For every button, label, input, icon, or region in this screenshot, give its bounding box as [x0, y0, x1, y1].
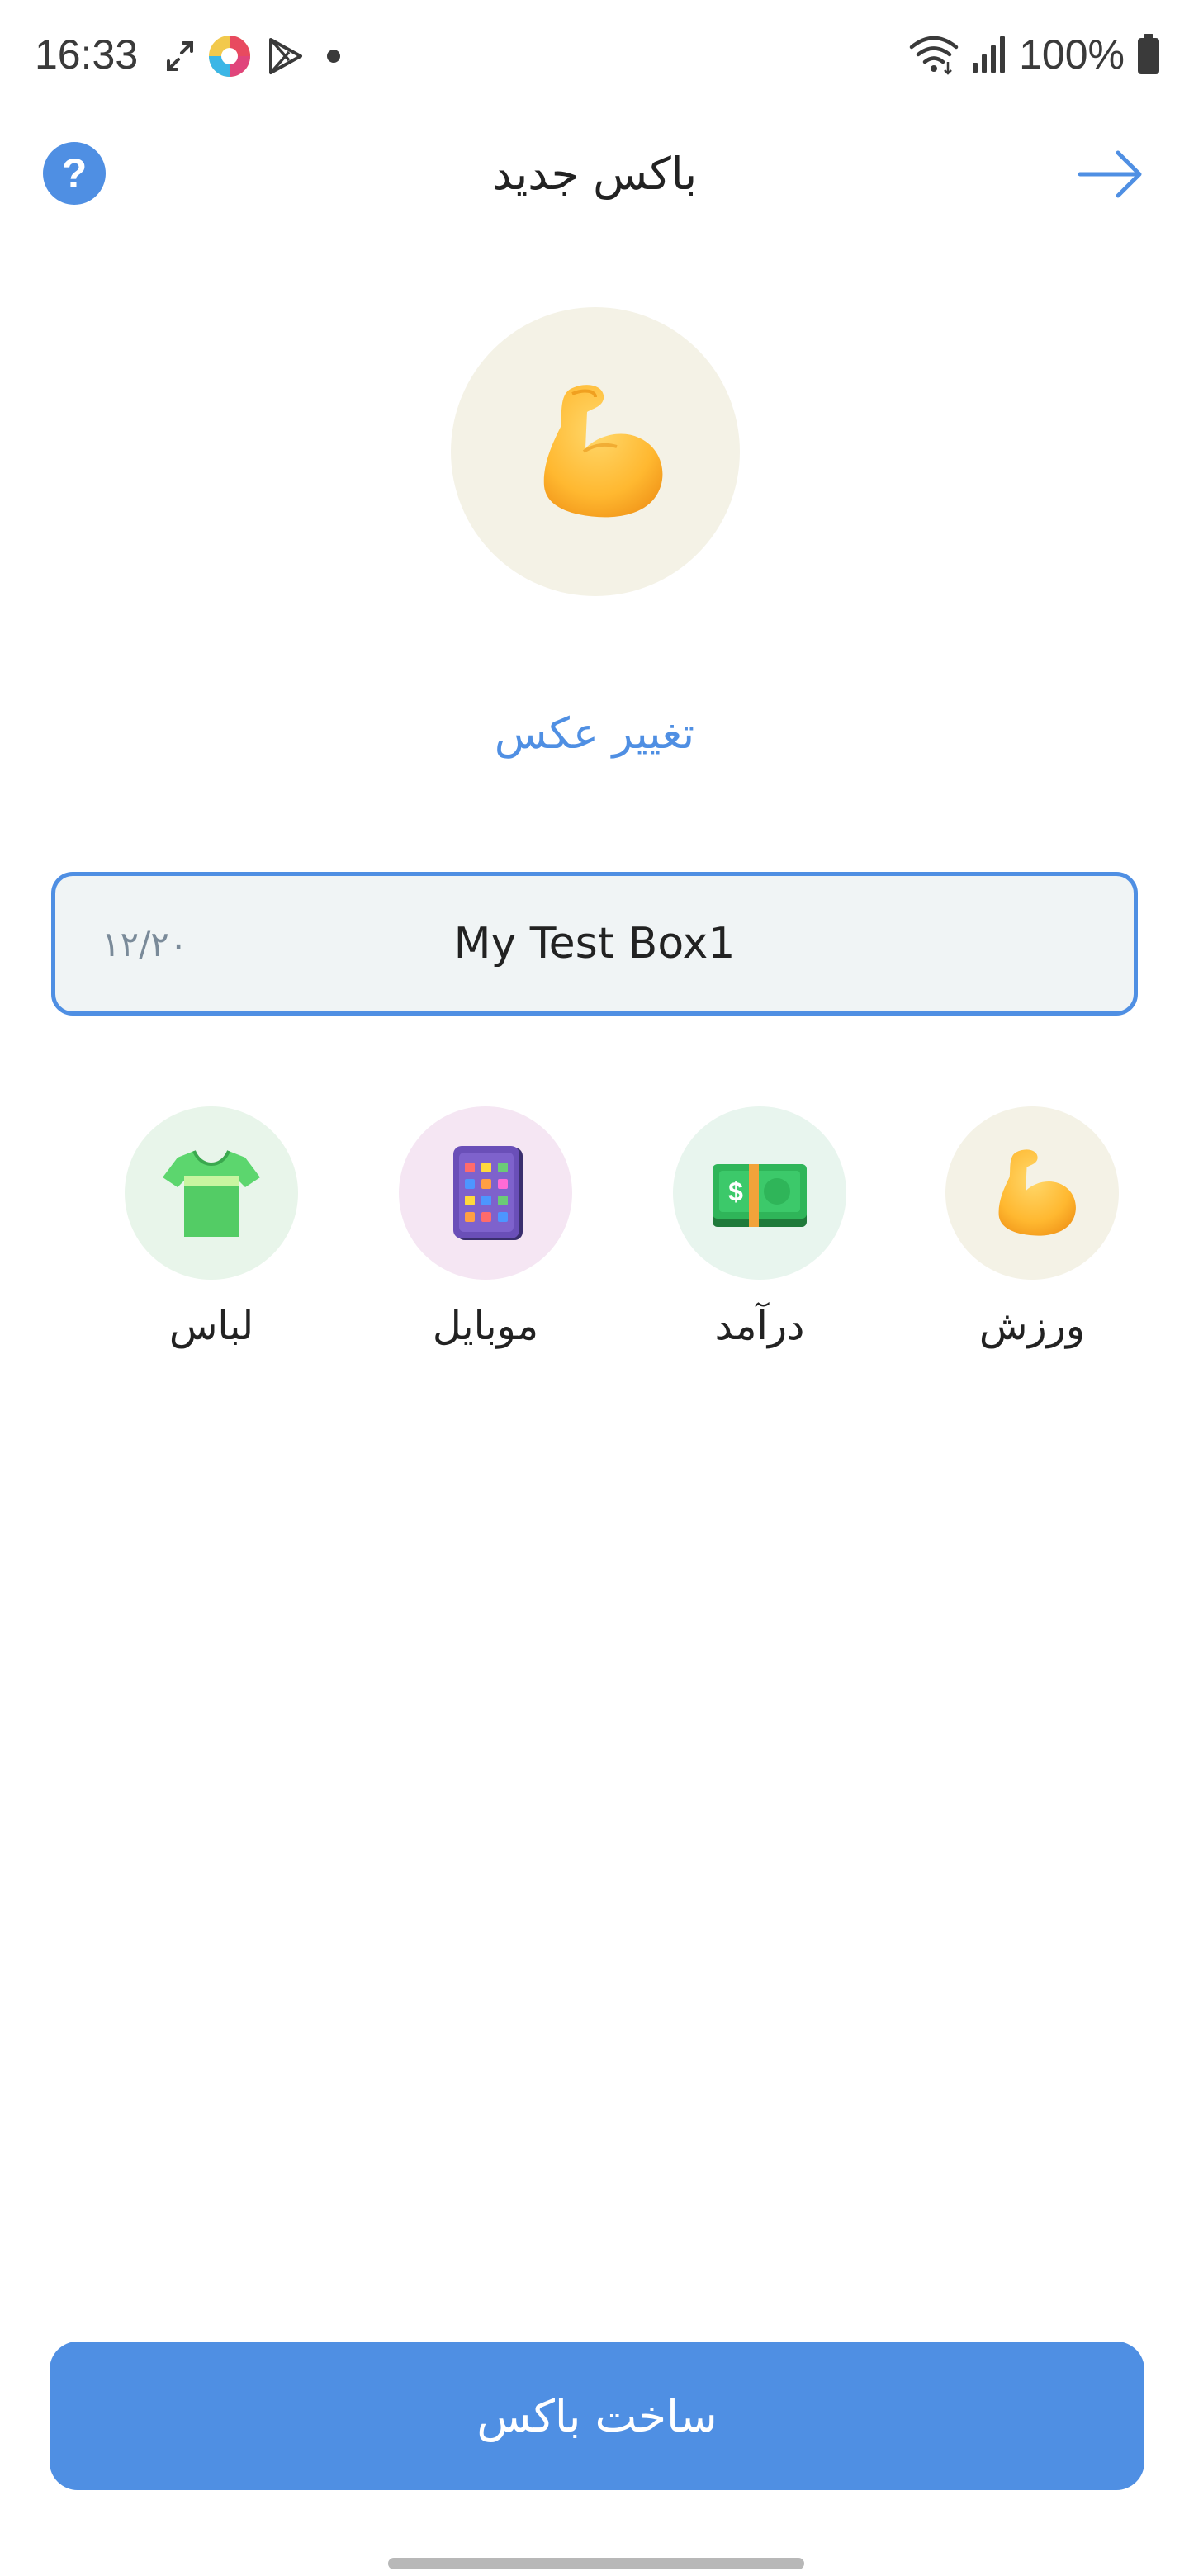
app-header: ? باکس جدید [0, 124, 1189, 223]
new-box-screen: 16:33 100% ? باکس جدید تغییر عکس ۱۲/۲۰ M… [0, 0, 1189, 2576]
money-bill-icon: $ [713, 1164, 807, 1227]
category-icon-circle [399, 1106, 572, 1280]
signal-icon [973, 36, 1006, 73]
svg-text:$: $ [728, 1177, 743, 1206]
flexed-biceps-icon [543, 385, 663, 518]
category-sport[interactable]: ورزش [925, 1106, 1139, 1371]
app-logo-icon [209, 36, 250, 77]
battery-icon [1138, 34, 1159, 74]
box-avatar[interactable] [451, 307, 740, 596]
category-mobile[interactable]: موبایل [378, 1106, 593, 1371]
status-time: 16:33 [35, 31, 139, 78]
category-income[interactable]: $ درآمد [652, 1106, 867, 1371]
category-label: موبایل [432, 1303, 539, 1349]
character-counter: ۱۲/۲۰ [102, 924, 188, 964]
notification-dot-icon [327, 50, 340, 63]
category-icon-circle [945, 1106, 1119, 1280]
category-label: لباس [168, 1303, 254, 1349]
battery-percentage: 100% [1019, 31, 1125, 78]
category-icon-circle [125, 1106, 298, 1280]
status-right: 100% [908, 30, 1161, 79]
mobile-phone-icon [453, 1146, 523, 1240]
notification-icons [165, 33, 350, 79]
status-bar: 16:33 100% [0, 0, 1189, 107]
category-grid: ورزش $ درآمد موبایل لباس [0, 1106, 1189, 1371]
flexed-biceps-icon [998, 1149, 1076, 1236]
back-button[interactable] [1077, 145, 1146, 203]
category-icon-circle: $ [673, 1106, 846, 1280]
expand-arrows-icon [167, 41, 193, 71]
box-name-input[interactable] [220, 876, 969, 1011]
change-photo-link[interactable]: تغییر عکس [0, 707, 1189, 761]
home-indicator[interactable] [388, 2558, 804, 2569]
box-name-field[interactable]: ۱۲/۲۰ [51, 872, 1138, 1016]
arrow-right-icon [1078, 150, 1142, 198]
wifi-icon [909, 36, 959, 75]
category-label: ورزش [978, 1303, 1086, 1349]
play-store-icon [269, 38, 302, 74]
category-clothes[interactable]: لباس [104, 1106, 319, 1371]
t-shirt-icon [163, 1150, 260, 1237]
create-box-button[interactable]: ساخت باکس [50, 2342, 1144, 2490]
page-title: باکس جدید [491, 148, 698, 200]
category-label: درآمد [714, 1303, 805, 1349]
